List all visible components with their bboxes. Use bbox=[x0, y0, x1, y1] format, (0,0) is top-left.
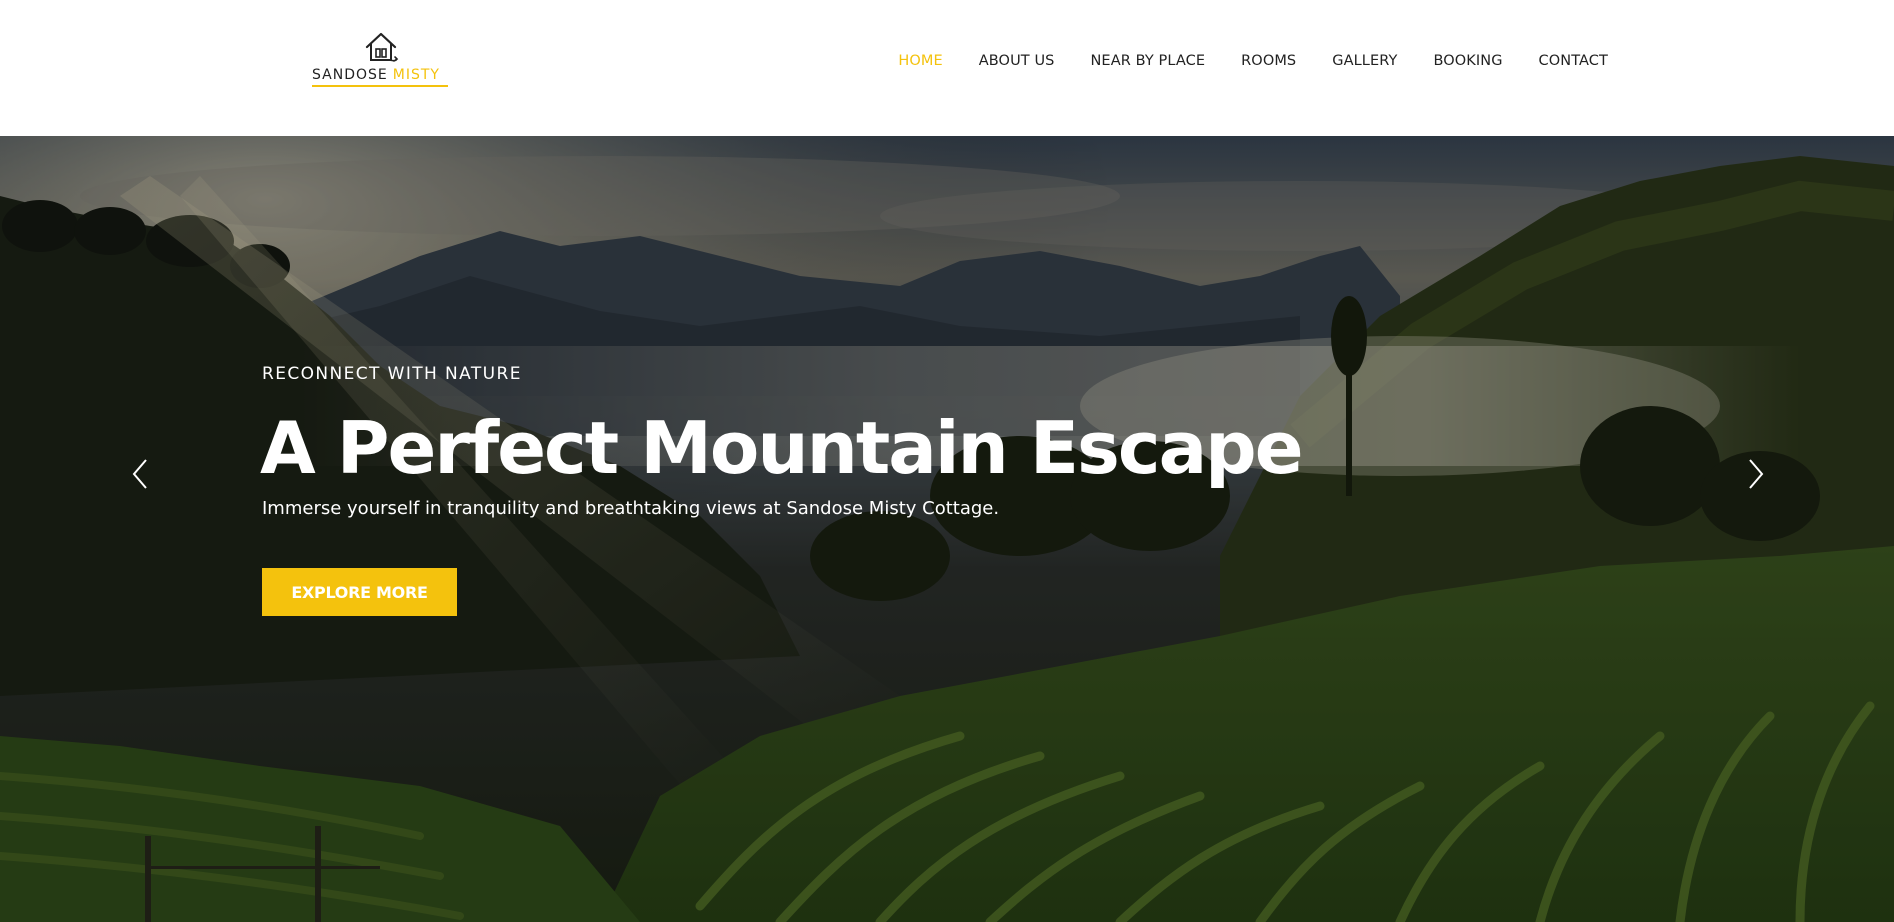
hero-subtitle: Immerse yourself in tranquility and brea… bbox=[262, 498, 1000, 519]
house-icon bbox=[365, 32, 399, 62]
explore-more-button[interactable]: EXPLORE MORE bbox=[262, 568, 457, 616]
nav-near-by-place[interactable]: NEAR BY PLACE bbox=[1090, 53, 1205, 69]
nav-home[interactable]: HOME bbox=[898, 53, 942, 69]
hero-background-image bbox=[0, 136, 1894, 922]
chevron-left-icon[interactable] bbox=[128, 456, 152, 492]
chevron-right-icon[interactable] bbox=[1744, 456, 1768, 492]
brand-name-part1: SANDOSE bbox=[312, 67, 388, 83]
brand-name: SANDOSE MISTY bbox=[312, 67, 440, 83]
nav-gallery[interactable]: GALLERY bbox=[1332, 53, 1397, 69]
site-header: SANDOSE MISTY HOME ABOUT US NEAR BY PLACE… bbox=[0, 0, 1894, 136]
nav-booking[interactable]: BOOKING bbox=[1433, 53, 1502, 69]
nav-contact[interactable]: CONTACT bbox=[1539, 53, 1608, 69]
hero-eyebrow: RECONNECT WITH NATURE bbox=[262, 364, 522, 384]
brand-logo[interactable]: SANDOSE MISTY bbox=[310, 30, 450, 88]
brand-underline bbox=[312, 85, 448, 87]
nav-rooms[interactable]: ROOMS bbox=[1241, 53, 1296, 69]
nav-about-us[interactable]: ABOUT US bbox=[979, 53, 1055, 69]
hero-title: A Perfect Mountain Escape bbox=[260, 406, 1304, 490]
brand-name-part2: MISTY bbox=[392, 67, 440, 83]
hero-slider: RECONNECT WITH NATURE A Perfect Mountain… bbox=[0, 136, 1894, 922]
